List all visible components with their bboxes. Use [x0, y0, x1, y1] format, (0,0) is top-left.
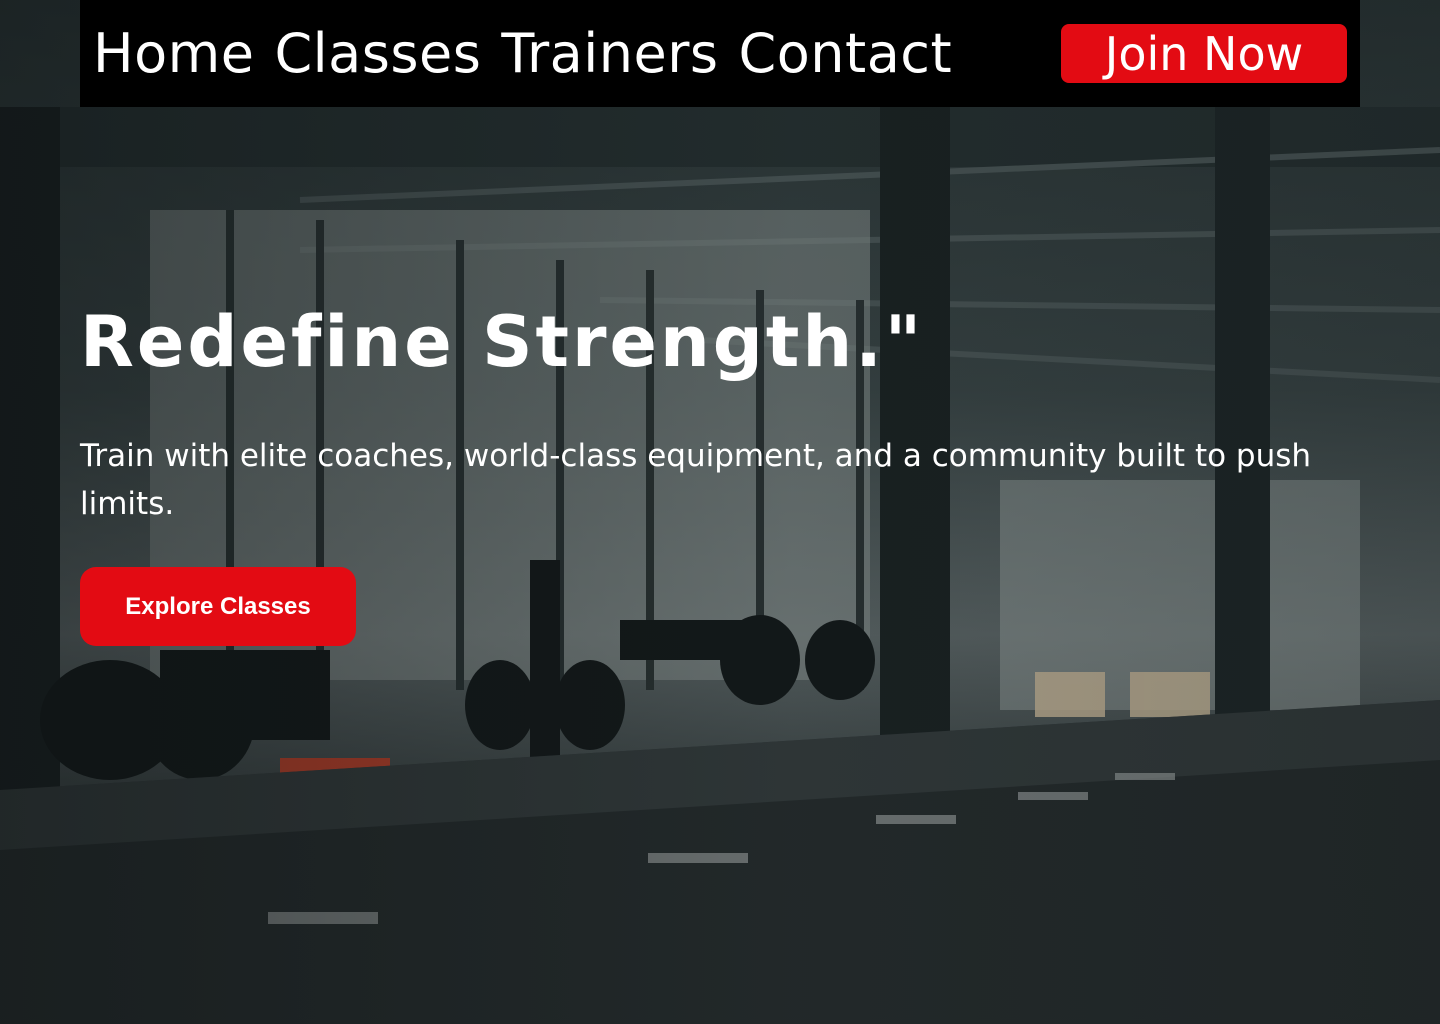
nav-link-classes[interactable]: Classes	[274, 26, 481, 81]
hero-title: Redefine Strength."	[80, 301, 925, 383]
top-navbar: Home Classes Trainers Contact Join Now	[80, 0, 1360, 107]
explore-classes-button[interactable]: Explore Classes	[80, 567, 356, 646]
nav-link-trainers[interactable]: Trainers	[501, 26, 718, 81]
nav-links: Home Classes Trainers Contact	[93, 26, 953, 81]
nav-link-contact[interactable]: Contact	[739, 26, 953, 81]
hero-subtitle: Train with elite coaches, world-class eq…	[80, 438, 1312, 522]
nav-link-home[interactable]: Home	[93, 26, 254, 81]
join-now-button[interactable]: Join Now	[1061, 24, 1347, 83]
